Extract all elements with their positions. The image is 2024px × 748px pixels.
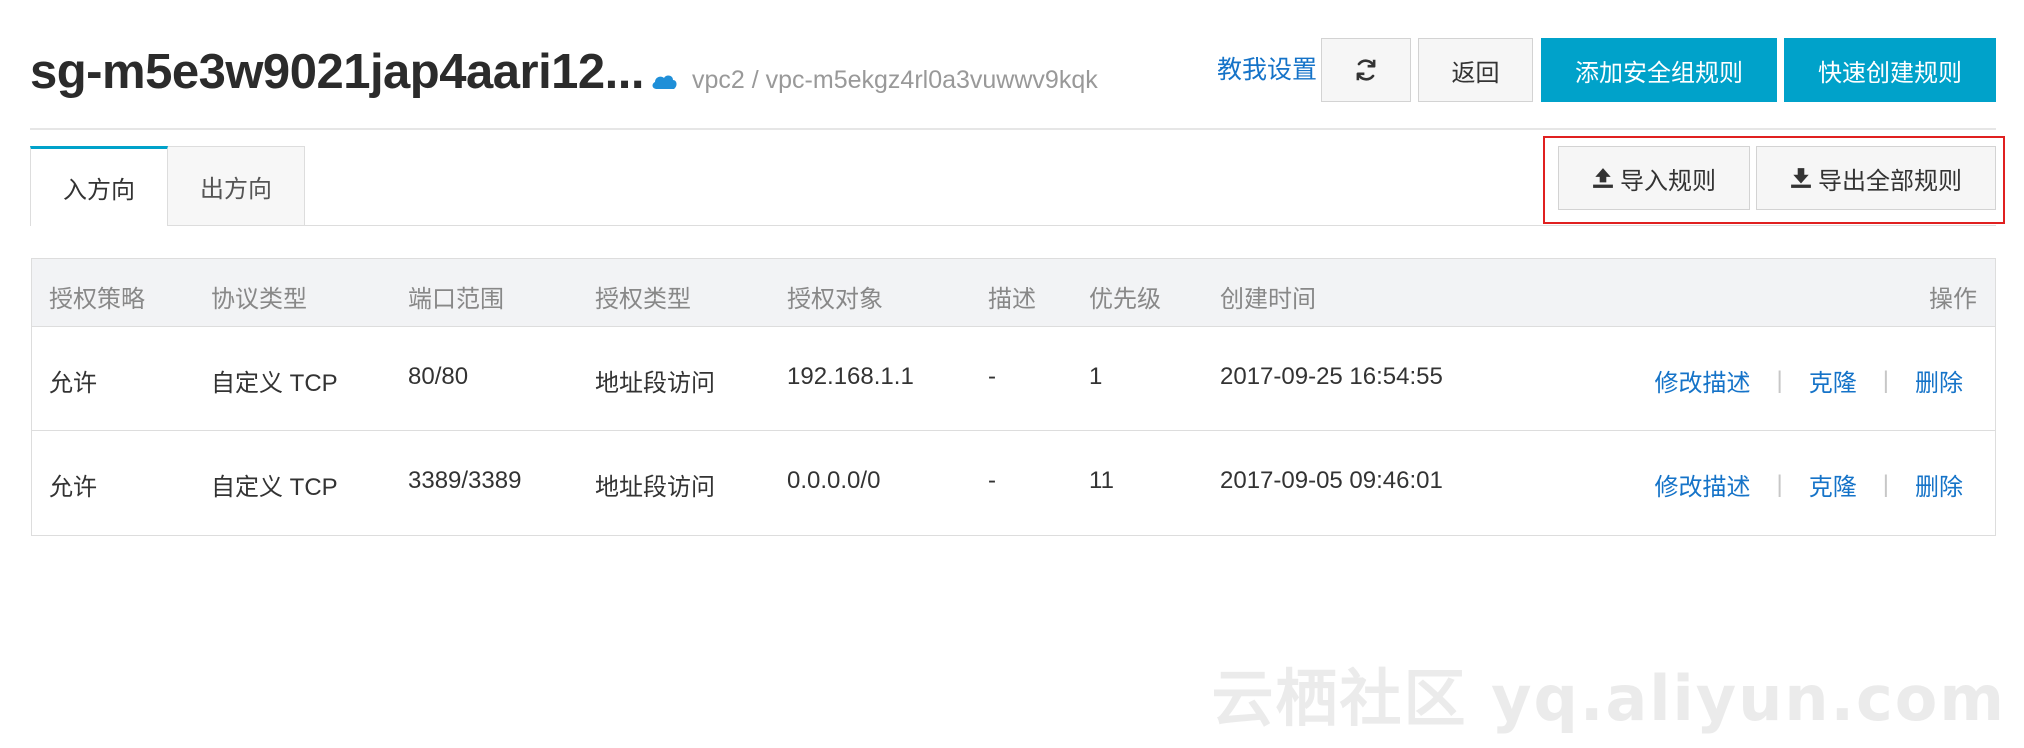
col-header-priority: 优先级: [1089, 286, 1161, 313]
cell-protocol: 自定义 TCP: [211, 474, 338, 501]
col-header-protocol: 协议类型: [211, 286, 307, 313]
cell-policy: 允许: [49, 370, 97, 397]
col-header-policy: 授权策略: [49, 286, 145, 313]
action-separator: |: [1776, 366, 1783, 394]
col-header-actions: 操作: [1929, 286, 1977, 313]
delete-link[interactable]: 删除: [1915, 467, 1963, 502]
action-separator: |: [1882, 366, 1889, 394]
back-button[interactable]: 返回: [1418, 38, 1533, 102]
quick-create-rule-button[interactable]: 快速创建规则: [1784, 38, 1996, 102]
row-actions: 修改描述 | 克隆 | 删除: [1655, 467, 1963, 502]
cell-priority: 1: [1089, 363, 1103, 390]
tab-bar-line: [30, 225, 1996, 226]
col-header-created: 创建时间: [1220, 286, 1316, 313]
table-row: 允许 自定义 TCP 3389/3389 地址段访问 0.0.0.0/0 - 1…: [32, 431, 1995, 535]
cell-auth-type: 地址段访问: [595, 474, 715, 501]
cell-created: 2017-09-05 09:46:01: [1220, 467, 1443, 494]
tab-inbound[interactable]: 入方向: [30, 146, 168, 226]
download-icon: [1791, 168, 1811, 188]
col-header-ports: 端口范围: [408, 286, 504, 313]
clone-link[interactable]: 克隆: [1809, 363, 1857, 398]
export-all-rules-label: 导出全部规则: [1818, 167, 1962, 195]
import-rules-button[interactable]: 导入规则: [1558, 146, 1750, 210]
vpc-path-text: vpc2 / vpc-m5ekgz4rl0a3vuwwv9kqk: [692, 66, 1098, 94]
action-separator: |: [1882, 470, 1889, 498]
edit-description-link[interactable]: 修改描述: [1655, 467, 1751, 502]
refresh-icon: [1356, 59, 1376, 81]
rules-table: 授权策略 协议类型 端口范围 授权类型 授权对象 描述 优先级 创建时间 操作 …: [31, 258, 1996, 536]
vpc-info: vpc2 / vpc-m5ekgz4rl0a3vuwwv9kqk: [650, 66, 1098, 95]
row-actions: 修改描述 | 克隆 | 删除: [1655, 363, 1963, 398]
cloud-icon: [652, 75, 677, 89]
edit-description-link[interactable]: 修改描述: [1655, 363, 1751, 398]
clone-link[interactable]: 克隆: [1809, 467, 1857, 502]
import-rules-label: 导入规则: [1620, 167, 1716, 195]
page-title: sg-m5e3w9021jap4aari12...: [30, 45, 645, 99]
add-security-rule-button[interactable]: 添加安全组规则: [1541, 38, 1777, 102]
table-header: 授权策略 协议类型 端口范围 授权类型 授权对象 描述 优先级 创建时间 操作: [32, 259, 1995, 327]
refresh-button[interactable]: [1321, 38, 1411, 102]
table-row: 允许 自定义 TCP 80/80 地址段访问 192.168.1.1 - 1 2…: [32, 327, 1995, 431]
cell-policy: 允许: [49, 474, 97, 501]
watermark: 云栖社区 yq.aliyun.com: [1211, 662, 2006, 735]
cell-desc: -: [988, 467, 996, 494]
export-all-rules-button[interactable]: 导出全部规则: [1756, 146, 1996, 210]
cell-target: 0.0.0.0/0: [787, 467, 881, 494]
cell-auth-type: 地址段访问: [595, 370, 715, 397]
delete-link[interactable]: 删除: [1915, 363, 1963, 398]
cell-target: 192.168.1.1: [787, 363, 914, 390]
teach-me-link[interactable]: 教我设置: [1217, 50, 1317, 86]
cell-desc: -: [988, 363, 996, 390]
cell-ports: 80/80: [408, 363, 469, 390]
action-separator: |: [1776, 470, 1783, 498]
tab-outbound[interactable]: 出方向: [167, 146, 305, 226]
col-header-desc: 描述: [988, 286, 1036, 313]
cell-protocol: 自定义 TCP: [211, 370, 338, 397]
col-header-auth-type: 授权类型: [595, 286, 691, 313]
header-divider: [30, 128, 1996, 130]
cell-priority: 11: [1089, 467, 1114, 494]
col-header-target: 授权对象: [787, 286, 883, 313]
cell-ports: 3389/3389: [408, 467, 522, 494]
upload-icon: [1593, 168, 1613, 188]
cell-created: 2017-09-25 16:54:55: [1220, 363, 1443, 390]
